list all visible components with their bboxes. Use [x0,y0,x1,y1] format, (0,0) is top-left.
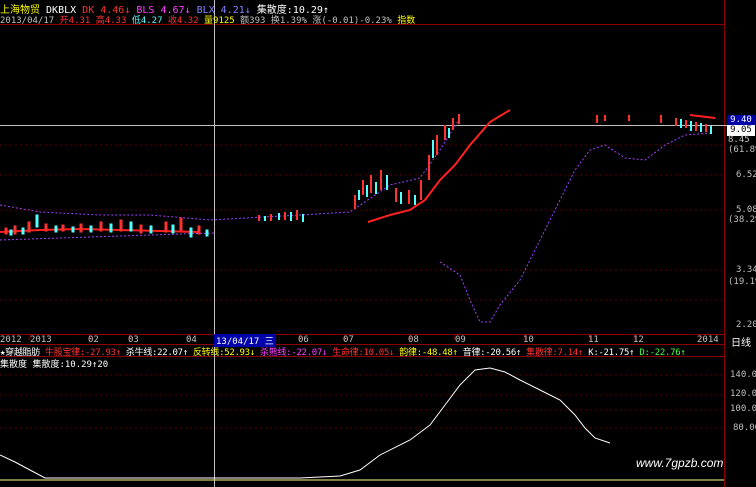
quote-index[interactable]: 指数 [397,16,415,26]
jisan-axis-120: 120.00 [730,389,756,399]
quote-turnover: 换1.39% [270,16,307,26]
candle-group-rise [354,114,460,209]
lower-band-line [0,232,216,241]
jisanlv-value: 集散律:7.14↑ [526,348,584,358]
jisan-curve [0,367,611,479]
time-label-09: 09 [455,335,466,345]
quote-volume: 量9125 [204,16,235,26]
watermark: www.7gpzb.com [636,456,724,470]
time-label-11: 11 [588,335,599,345]
yinlv-value: 音律:-20.56↑ [462,348,522,358]
time-label-10: 10 [523,335,534,345]
quote-line: 2013/04/17 开4.31 高4.33 低4.27 收4.32 量9125… [0,13,415,26]
time-label-03: 03 [128,335,139,345]
quote-low: 低4.27 [131,16,163,26]
upper-band-line [0,117,461,221]
jisan-panel-value: 集散度:10.29↑20 [32,360,109,370]
quote-amount: 额393 [240,16,266,26]
time-label-2012: 2012 [0,335,22,345]
price-label-382: (38.2%) [728,215,756,225]
price-label-652: 6.52 [736,170,756,180]
period-label[interactable]: 日线 [731,334,751,349]
quote-high: 高4.33 [95,16,127,26]
chart-canvas [0,109,724,481]
price-label-618: (61.8%) [728,145,756,155]
time-label-08: 08 [408,335,419,345]
jisan-panel-title[interactable]: 集散度 [0,360,27,370]
shaniu-value: 杀牛线:22.07↑ [125,348,188,358]
quote-open: 开4.31 [59,16,91,26]
quote-close: 收4.32 [167,16,199,26]
price-label-508: 5.08 [736,205,756,215]
price-label-845: 8.45 [728,135,750,145]
shengming-value: 生命律:10.05↓ [332,348,395,358]
time-label-12: 12 [633,335,644,345]
k-value: K:-21.75↑ [588,348,635,358]
price-label-334: 3.34 [736,265,756,275]
yunlv-value: 韵律:-48.48↑ [399,348,458,358]
shaxiong-value: 杀熊线:-22.07↓ [260,348,328,358]
jisan-axis-140: 140.00 [730,370,756,380]
candle-group-middle [258,210,304,222]
red-trend-rising [367,109,511,223]
d-value: D:-22.76↑ [639,348,686,358]
time-label-02: 02 [88,335,99,345]
price-label-220: 2.20 [736,320,756,330]
quote-date: 2013/04/17 [0,16,55,26]
time-label-06: 06 [298,335,309,345]
time-label-2014: 2014 [697,335,719,345]
jisan-axis-80: 80.00 [733,423,756,433]
quote-change: 涨(-0.01)-0.23% [312,16,392,26]
jisan-axis-100: 100.00 [730,404,756,414]
time-label-2013: 2013 [30,335,52,345]
time-label-04: 04 [186,335,197,345]
time-label-07: 07 [343,335,354,345]
red-trend-top [689,114,716,119]
lower-band-curve [439,132,711,323]
jisan-panel-header: 集散度 集散度:10.29↑20 [0,357,108,370]
price-label-191: (19.1%) [728,277,756,287]
fanzhuan-value: 反转线:52.93↓ [192,348,255,358]
